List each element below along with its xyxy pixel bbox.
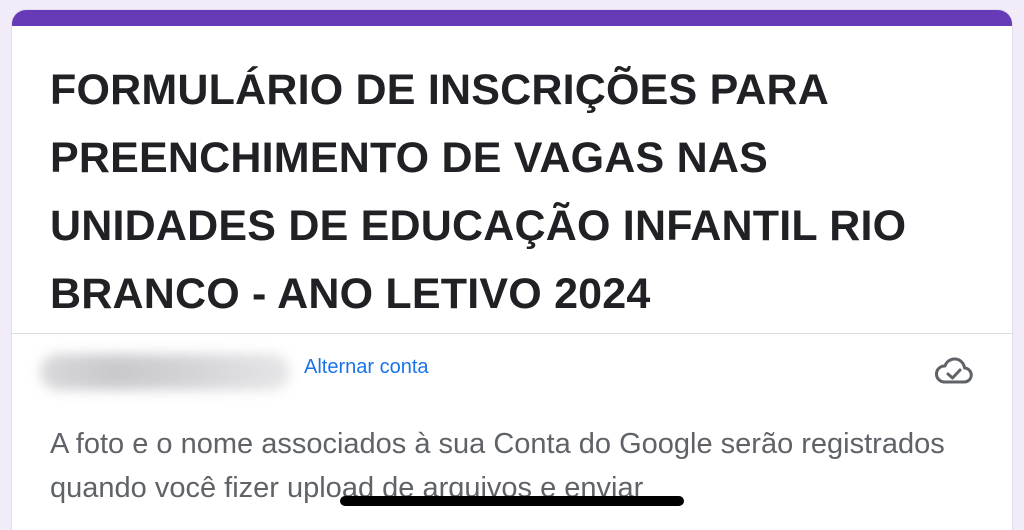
form-card: FORMULÁRIO DE INSCRIÇÕES PARA PREENCHIME… [12, 10, 1012, 530]
account-row: Alternar conta [12, 334, 1012, 408]
account-notice-text: A foto e o nome associados à sua Conta d… [50, 428, 945, 504]
cloud-check-icon [934, 356, 974, 386]
form-accent-bar [12, 10, 1012, 26]
form-title: FORMULÁRIO DE INSCRIÇÕES PARA PREENCHIME… [50, 66, 907, 318]
home-indicator[interactable] [340, 496, 684, 506]
switch-account-link[interactable]: Alternar conta [304, 356, 429, 379]
form-header: FORMULÁRIO DE INSCRIÇÕES PARA PREENCHIME… [12, 26, 1012, 334]
account-email-blurred [40, 354, 290, 390]
